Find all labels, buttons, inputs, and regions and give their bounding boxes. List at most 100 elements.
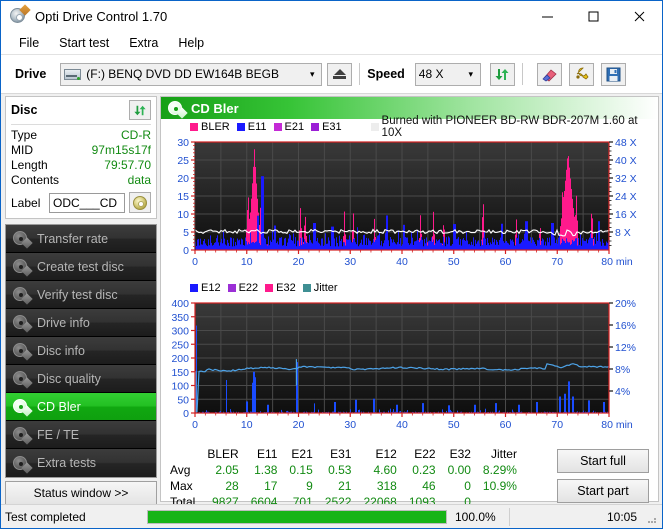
sidebar-item-drive-info[interactable]: Drive info [6,309,156,337]
disc-icon [12,342,31,359]
close-button[interactable] [616,1,662,31]
disc-label-value: ODC___CD [53,196,117,210]
drive-toolbar: Drive (F:) BENQ DVD DD EW164B BEGB ▾ Spe… [1,55,662,94]
legend-swatch-e32 [265,284,273,292]
menu-extra[interactable]: Extra [119,34,168,52]
legend-swatch-e22 [228,284,236,292]
svg-text:300: 300 [171,326,189,338]
sidebar-item-label: Extra tests [37,456,96,470]
sidebar-item-label: Disc info [37,344,85,358]
sidebar-item-label: Verify test disc [37,288,118,302]
svg-text:20: 20 [293,256,305,268]
stats-col-e12: E12 [357,447,402,462]
status-bar: Test completed 100.0% 10:05 [1,504,662,528]
sidebar-item-disc-quality[interactable]: Disc quality [6,365,156,393]
svg-text:50: 50 [448,419,460,431]
jitter-plot-svg: 0501001502002503003504004%8%12%16%20%010… [162,295,662,443]
svg-text:20%: 20% [615,298,636,310]
svg-text:0: 0 [183,408,189,420]
sidebar-item-transfer-rate[interactable]: Transfer rate [6,225,156,253]
eject-button[interactable] [327,63,352,86]
maximize-button[interactable] [570,1,616,31]
elapsed-time: 10:05 [510,510,647,524]
disc-icon [12,455,31,472]
annotation-swatch [371,123,379,131]
legend-label-e31: E31 [322,121,342,133]
disc-type-label: Type [11,128,37,143]
window-controls [524,1,662,31]
svg-text:80 min: 80 min [601,256,633,268]
start-part-button[interactable]: Start part [557,479,649,503]
sidebar-item-fe-te[interactable]: FE / TE [6,421,156,449]
svg-text:5: 5 [183,227,189,239]
legend-item-bler: BLER [190,121,230,133]
legend-label-e12: E12 [201,282,221,294]
legend-item-jitter: Jitter [303,282,338,294]
svg-text:40: 40 [396,419,408,431]
stats-avg-e21: 0.15 [283,462,318,478]
legend-swatch-e31 [311,123,319,131]
disc-icon [12,314,31,331]
svg-text:10: 10 [177,209,189,221]
disc-refresh-button[interactable] [129,100,151,120]
disc-icon [12,286,31,303]
disc-label-input[interactable]: ODC___CD [49,193,125,213]
stats-header-row: BLER E11 E21 E31 E12 E22 E32 Jitter [168,447,523,462]
stats-max-e32: 0 [442,478,477,494]
refresh-icon [494,67,510,82]
disc-icon [167,100,186,117]
status-window-button[interactable]: Status window >> [5,481,157,505]
start-full-button[interactable]: Start full [557,449,649,473]
stats-avg-e22: 0.23 [403,462,442,478]
disc-panel-header: Disc [11,100,151,120]
speed-select-value: 48 X [419,67,464,81]
refresh-button[interactable] [490,63,515,86]
disc-label-row: Label ODC___CD [11,192,151,213]
wrench-icon [573,67,589,82]
stats-col-jitter: Jitter [477,447,523,462]
window-title: Opti Drive Control 1.70 [35,9,524,24]
legend-label-e11: E11 [248,121,267,133]
svg-text:40: 40 [396,256,408,268]
svg-text:30: 30 [177,137,189,149]
tools-button[interactable] [569,63,594,86]
test-buttons: Start full Start part [557,447,653,510]
stats-col-bler: BLER [201,447,244,462]
legend-swatch-e11 [237,123,245,131]
minimize-button[interactable] [524,1,570,31]
sidebar-item-cd-bler[interactable]: CD Bler [6,393,156,421]
legend-label-bler: BLER [201,121,230,133]
sidebar-item-verify-test-disc[interactable]: Verify test disc [6,281,156,309]
table-row: Max 28 17 9 21 318 46 0 10.9% [168,478,523,494]
sidebar-item-extra-tests[interactable]: Extra tests [6,449,156,477]
stats-avg-bler: 2.05 [201,462,244,478]
drive-select-value: (F:) BENQ DVD DD EW164B BEGB [86,67,305,81]
sidebar-item-label: Create test disc [37,260,124,274]
stats-max-e12: 318 [357,478,402,494]
menu-start-test[interactable]: Start test [49,34,119,52]
erase-button[interactable] [537,63,562,86]
svg-text:150: 150 [171,367,189,379]
menu-help[interactable]: Help [168,34,214,52]
disc-icon-button[interactable] [129,192,151,213]
disc-panel-divider [11,124,151,125]
disc-icon [12,426,31,443]
save-button[interactable] [601,63,626,86]
speed-select[interactable]: 48 X ▾ [415,63,481,86]
drive-label: Drive [15,67,46,81]
progress-bar-fill [148,511,446,523]
svg-text:60: 60 [500,419,512,431]
sidebar-item-create-test-disc[interactable]: Create test disc [6,253,156,281]
resize-grip-icon[interactable] [647,511,659,523]
right-pane: CD Bler BLER E11 [160,96,659,502]
disc-icon [12,230,31,247]
menu-file[interactable]: File [9,34,49,52]
disc-icon [12,258,31,275]
svg-text:50: 50 [177,394,189,406]
drive-select[interactable]: (F:) BENQ DVD DD EW164B BEGB ▾ [60,63,322,86]
sidebar-item-disc-info[interactable]: Disc info [6,337,156,365]
svg-text:15: 15 [177,191,189,203]
svg-text:400: 400 [171,298,189,310]
disc-contents-label: Contents [11,173,59,188]
disc-mid-label: MID [11,143,33,158]
